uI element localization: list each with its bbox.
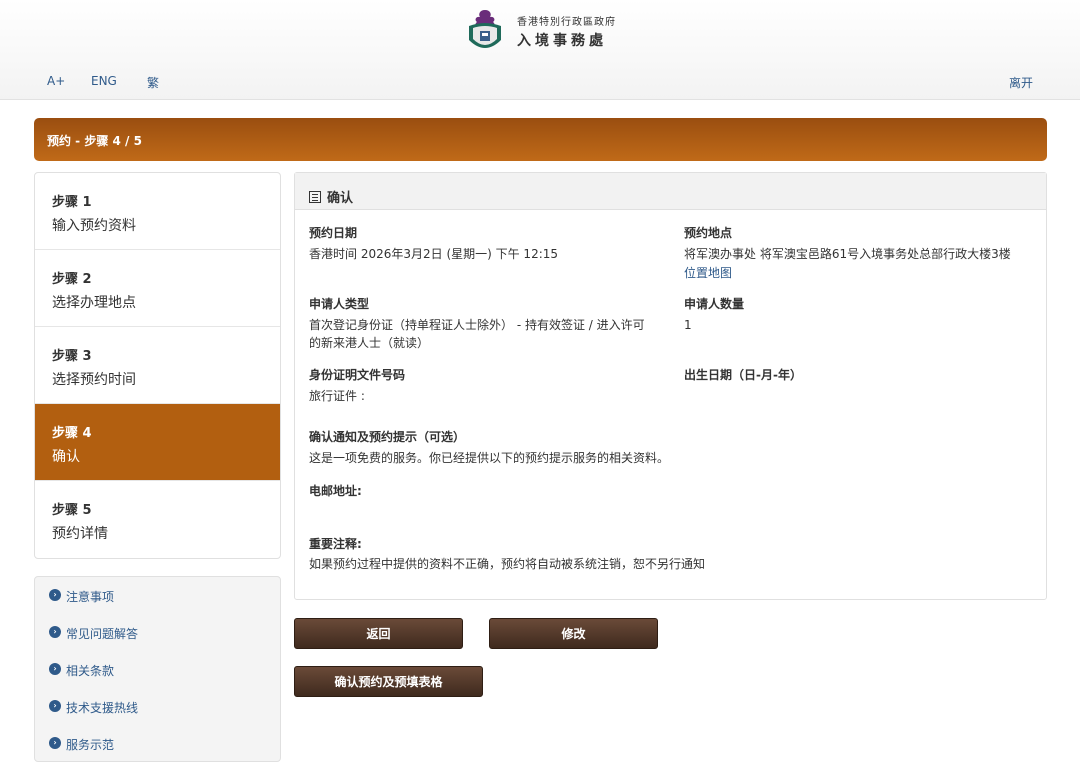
support-hotline-link[interactable]: › 技术支援热线	[35, 698, 280, 735]
step-item-2: 步骤 2 选择办理地点	[35, 250, 280, 327]
org-name-line2: 入境事務處	[517, 32, 607, 49]
step-name: 输入预约资料	[52, 218, 136, 234]
arrow-right-circle-icon: ›	[49, 626, 61, 638]
org-name-line1: 香港特別行政區政府	[517, 16, 616, 28]
back-button[interactable]: 返回	[294, 618, 463, 649]
service-demo-link[interactable]: › 服务示范	[35, 735, 280, 772]
exit-link[interactable]: 离开	[1009, 74, 1033, 91]
link-label: 技术支援热线	[66, 701, 139, 715]
appointment-date-value: 香港时间 2026年3月2日 (星期一) 下午 12:15	[309, 247, 559, 261]
immigration-department-logo[interactable]: 香港特別行政區政府 入境事務處	[463, 6, 616, 56]
step-number: 步骤 4	[52, 426, 92, 441]
arrow-right-circle-icon: ›	[49, 589, 61, 601]
step-number: 步骤 3	[52, 349, 92, 364]
arrow-right-circle-icon: ›	[49, 737, 61, 749]
step-item-1: 步骤 1 输入预约资料	[35, 173, 280, 250]
arrow-right-circle-icon: ›	[49, 700, 61, 712]
link-label: 相关条款	[66, 664, 115, 678]
link-label: 常见问题解答	[66, 627, 139, 641]
arrow-right-circle-icon: ›	[49, 663, 61, 675]
email-label: 电邮地址:	[309, 484, 362, 498]
appointment-location-label: 预约地点	[684, 226, 733, 240]
important-note-label: 重要注释:	[309, 537, 362, 551]
appointment-date-label: 预约日期	[309, 226, 358, 240]
link-label: 服务示范	[66, 738, 115, 752]
panel-title: 确认	[327, 191, 354, 206]
step-item-5: 步骤 5 预约详情	[35, 481, 280, 558]
step-item-4-active: 步骤 4 确认	[35, 404, 280, 481]
step-number: 步骤 5	[52, 503, 92, 518]
confirm-booking-button[interactable]: 确认预约及预填表格	[294, 666, 483, 697]
appointment-location-value: 将军澳办事处 将军澳宝邑路61号入境事务处总部行政大楼3楼	[684, 247, 1011, 261]
font-size-link[interactable]: A+	[47, 74, 65, 88]
step-name: 确认	[52, 449, 80, 465]
applicant-count-value: 1	[684, 318, 692, 332]
help-links-box: › 注意事项 › 常见问题解答 › 相关条款 › 技术支援热线 › 服务示范	[34, 576, 281, 762]
traditional-chinese-link[interactable]: 繁	[147, 74, 159, 91]
link-label: 注意事项	[66, 590, 115, 604]
notes-link[interactable]: › 注意事项	[35, 587, 280, 624]
applicant-type-value-line1: 首次登记身份证（持单程证人士除外） - 持有效签证 / 进入许可	[309, 318, 645, 332]
step-progress-bar: 预约 - 步骤 4 / 5	[34, 118, 1047, 161]
step-number: 步骤 2	[52, 272, 92, 287]
important-note-value: 如果预约过程中提供的资料不正确，预约将自动被系统注销，恕不另行通知	[309, 557, 706, 571]
step-name: 预约详情	[52, 526, 108, 542]
emblem-icon	[469, 10, 501, 48]
applicant-type-value-line2: 的新来港人士（就读）	[309, 336, 430, 350]
id-document-label: 身份证明文件号码	[309, 368, 406, 382]
faq-link[interactable]: › 常见问题解答	[35, 624, 280, 661]
panel-header: 确认	[295, 173, 1046, 210]
applicant-type-label: 申请人类型	[309, 297, 370, 311]
notification-label: 确认通知及预约提示（可选）	[309, 430, 466, 444]
site-header: 香港特別行政區政府 入境事務處 A+ ENG 繁 离开	[0, 0, 1080, 100]
list-icon	[309, 190, 321, 203]
date-of-birth-label: 出生日期（日-月-年）	[684, 368, 802, 382]
step-number: 步骤 1	[52, 195, 92, 210]
location-map-link[interactable]: 位置地图	[684, 264, 732, 281]
terms-link[interactable]: › 相关条款	[35, 661, 280, 698]
english-language-link[interactable]: ENG	[91, 74, 117, 88]
id-document-value: 旅行证件 :	[309, 389, 365, 403]
confirmation-panel: 确认 预约日期 香港时间 2026年3月2日 (星期一) 下午 12:15 预约…	[294, 172, 1047, 600]
step-item-3: 步骤 3 选择预约时间	[35, 327, 280, 404]
notification-value: 这是一项免费的服务。你已经提供以下的预约提示服务的相关资料。	[309, 451, 670, 465]
step-name: 选择预约时间	[52, 372, 136, 388]
edit-button[interactable]: 修改	[489, 618, 658, 649]
applicant-count-label: 申请人数量	[684, 297, 745, 311]
step-progress-title: 预约 - 步骤 4 / 5	[47, 134, 142, 148]
steps-nav: 步骤 1 输入预约资料 步骤 2 选择办理地点 步骤 3 选择预约时间 步骤 4…	[34, 172, 281, 559]
step-name: 选择办理地点	[52, 295, 136, 311]
